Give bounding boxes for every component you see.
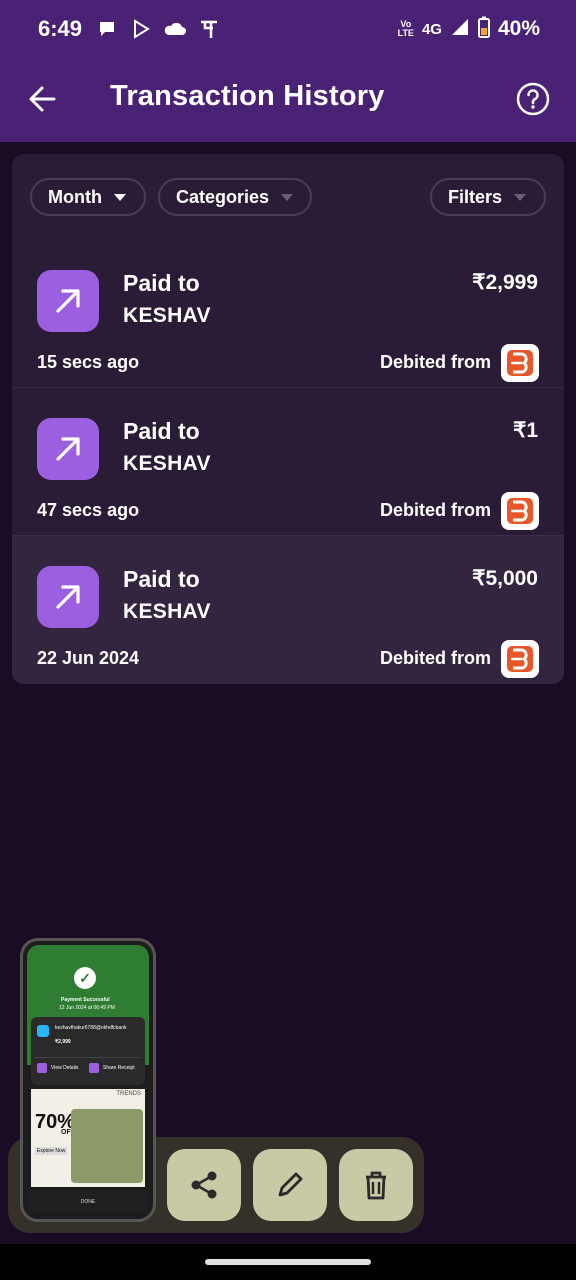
paid-arrow-icon [37,270,99,332]
transaction-time: 15 secs ago [37,352,140,372]
month-filter-label: Month [48,186,102,207]
preview-upi-icon [37,1025,49,1037]
battery-percent: 40% [497,17,540,40]
transaction-amount: ₹1 [512,419,538,442]
chevron-down-icon [514,193,527,201]
transaction-type: Paid to [123,270,200,296]
system-nav-bar [0,1244,576,1280]
app-header: 6:49 Vo LTE 4G 40% Transaction History [0,0,576,142]
preview-share-receipt: Share Receipt [103,1065,135,1071]
screenshot-thumbnail[interactable]: ✓ Payment Successful 12 Jun 2024 at 06:4… [20,938,156,1222]
play-store-icon [130,18,152,40]
network-type: 4G [421,20,442,38]
arrow-left-icon [29,86,56,112]
battery-icon [477,16,490,43]
transaction-payee: KESHAV [123,304,211,327]
chat-bubble-icon [96,18,118,40]
volte-indicator: Vo LTE [398,20,414,38]
page-title: Transaction History [110,80,385,112]
preview-ad-cta: Explore Now [35,1147,68,1155]
status-time: 6:49 [38,16,83,41]
help-button[interactable] [515,81,551,117]
debited-from-label: Debited from [379,352,491,372]
preview-ad-brand: TRENDS [116,1091,141,1097]
paid-arrow-icon [37,566,99,628]
volte-line2: LTE [397,28,414,38]
delete-button[interactable] [339,1149,413,1221]
preview-date: 12 Jun 2024 at 06:49 PM [59,1005,115,1011]
preview-ad-banner: TRENDS 70% OFF Explore Now [31,1089,145,1187]
help-icon [516,82,550,116]
preview-details-icon [37,1063,47,1073]
edit-button[interactable] [253,1149,327,1221]
preview-amount: ₹2,999 [55,1039,71,1045]
checkmark-icon: ✓ [74,967,96,989]
transaction-payee: KESHAV [123,452,211,475]
pencil-icon [278,1172,303,1197]
status-bar: 6:49 Vo LTE 4G 40% [0,0,576,58]
bank-of-baroda-logo-icon [501,640,539,678]
transactions-card: Month Categories Filters Paid to KESHAV … [12,154,564,684]
debited-from-label: Debited from [379,648,491,668]
preview-view-details: View Details [51,1065,79,1071]
status-right: Vo LTE 4G 40% [398,16,540,43]
debited-from-label: Debited from [379,500,491,520]
transaction-amount: ₹2,999 [472,271,538,294]
transaction-amount: ₹5,000 [472,567,538,590]
chevron-down-icon [281,193,294,201]
filter-bar: Month Categories Filters [12,154,564,234]
transaction-row[interactable]: Paid to KESHAV ₹1 47 secs ago Debited fr… [12,388,564,536]
filters-label: Filters [448,186,503,207]
phonepe-icon [198,18,220,40]
categories-filter-label: Categories [176,186,270,207]
cloud-icon [164,18,187,40]
transaction-time: 22 Jun 2024 [37,648,140,668]
preview-upi: keshavthakur6788@okhdfcbank [55,1025,127,1031]
back-button[interactable] [26,82,60,116]
chevron-down-icon [113,193,126,201]
preview-divider [35,1057,141,1058]
preview-status: Payment Successful [61,997,110,1003]
home-gesture-handle[interactable] [205,1259,371,1265]
preview-done-button: DONE [27,1191,149,1213]
filters-chip[interactable]: Filters [430,178,546,216]
preview-share-icon [89,1063,99,1073]
bank-of-baroda-logo-icon [501,344,539,382]
transaction-row[interactable]: Paid to KESHAV ₹2,999 15 secs ago Debite… [12,240,564,388]
month-filter-chip[interactable]: Month [30,178,146,216]
signal-icon [450,17,470,42]
share-icon [191,1171,217,1199]
paid-arrow-icon [37,418,99,480]
preview-payment-card: keshavthakur6788@okhdfcbank ₹2,999 View … [31,1017,145,1085]
bank-of-baroda-logo-icon [501,492,539,530]
trash-icon [366,1171,386,1200]
share-button[interactable] [167,1149,241,1221]
preview-ad-image [71,1109,143,1183]
transaction-type: Paid to [123,566,200,592]
transaction-row[interactable]: Paid to KESHAV ₹5,000 22 Jun 2024 Debite… [12,536,564,684]
header-bar: Transaction History [0,58,576,142]
transaction-payee: KESHAV [123,600,211,623]
transaction-time: 47 secs ago [37,500,140,520]
transaction-type: Paid to [123,418,200,444]
categories-filter-chip[interactable]: Categories [158,178,312,216]
